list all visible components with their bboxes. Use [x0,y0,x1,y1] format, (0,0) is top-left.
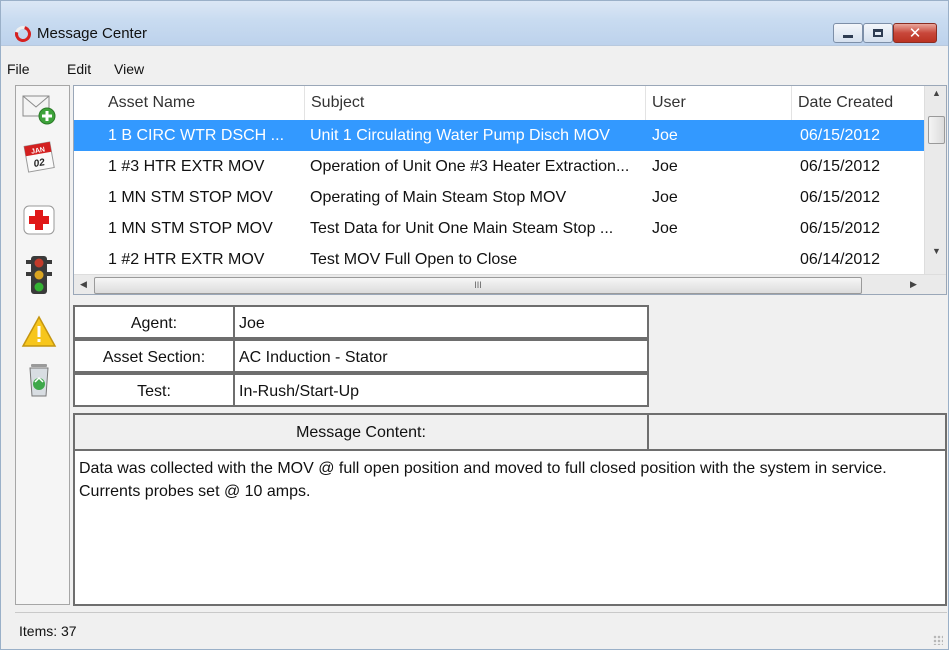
message-content-header: Message Content: [73,413,649,451]
left-toolbar: JAN 02 [15,85,70,605]
horizontal-scrollbar[interactable]: ◀ III ▶ [74,274,946,294]
user-cell: Joe [652,127,678,144]
table-row[interactable]: 1 #3 HTR EXTR MOV Operation of Unit One #… [74,151,924,182]
message-detail-panel: Agent: Joe Asset Section: AC Induction -… [73,301,947,606]
user-cell: Joe [652,189,678,206]
scroll-left-icon[interactable]: ◀ [80,279,87,290]
message-line-1: Data was collected with the MOV @ full o… [79,460,887,477]
subject-cell: Test Data for Unit One Main Steam Stop .… [310,220,614,237]
items-count: Items: 37 [19,623,77,639]
traffic-light-icon[interactable] [21,254,57,294]
subject-cell: Test MOV Full Open to Close [310,251,518,268]
asset-name-cell: 1 #3 HTR EXTR MOV [108,158,265,175]
table-row[interactable]: 1 B CIRC WTR DSCH ... Unit 1 Circulating … [74,120,924,151]
column-subject[interactable]: Subject [305,86,646,120]
asset-section-row: Asset Section: AC Induction - Stator [73,339,649,373]
scroll-right-icon[interactable]: ▶ [910,279,917,290]
close-icon: ✕ [908,23,922,42]
column-user[interactable]: User [646,86,792,120]
message-content-header-spacer [649,413,947,451]
close-button[interactable]: ✕ [893,23,937,43]
asset-section-label: Asset Section: [73,339,235,373]
date-created-cell: 06/14/2012 [800,251,881,268]
test-label: Test: [73,373,235,407]
test-value: In-Rush/Start-Up [235,373,649,407]
calendar-icon[interactable]: JAN 02 [21,138,57,174]
horizontal-scroll-thumb[interactable]: III [94,277,862,294]
agent-label: Agent: [73,305,235,339]
column-asset-name[interactable]: Asset Name [102,86,305,120]
column-date-created[interactable]: Date Created [792,86,924,120]
first-aid-icon[interactable] [21,202,57,238]
table-row[interactable]: 1 MN STM STOP MOV Operating of Main Steam… [74,182,924,213]
date-created-cell: 06/15/2012 [800,158,881,175]
minimize-icon [843,35,853,38]
asset-section-value: AC Induction - Stator [235,339,649,373]
date-created-cell: 06/15/2012 [800,220,881,237]
title-bar[interactable]: Message Center ✕ [1,1,948,46]
menu-view[interactable]: View [114,59,144,79]
asset-name-cell: 1 MN STM STOP MOV [108,220,273,237]
user-cell [652,244,792,275]
menu-bar: File Edit View [1,59,948,83]
recycle-bin-icon[interactable] [21,360,57,397]
message-content-body[interactable]: Data was collected with the MOV @ full o… [73,451,947,606]
user-cell: Joe [652,158,678,175]
minimize-button[interactable] [833,23,863,43]
vertical-scrollbar[interactable]: ▲ ▼ [924,86,946,274]
message-line-2: Currents probes set @ 10 amps. [79,483,311,500]
list-header: Asset Name Subject User Date Created [74,86,924,120]
test-row: Test: In-Rush/Start-Up [73,373,649,407]
vertical-scroll-thumb[interactable] [928,116,945,144]
subject-cell: Unit 1 Circulating Water Pump Disch MOV [310,127,610,144]
window-title: Message Center [37,25,148,42]
maximize-button[interactable] [863,23,893,43]
asset-name-cell: 1 #2 HTR EXTR MOV [108,251,265,268]
asset-name-cell: 1 B CIRC WTR DSCH ... [108,127,285,144]
menu-file[interactable]: File [7,59,30,79]
new-message-icon[interactable] [21,90,57,126]
subject-cell: Operating of Main Steam Stop MOV [310,189,567,206]
resize-grip-icon[interactable] [933,635,943,645]
agent-row: Agent: Joe [73,305,649,339]
app-logo-icon [12,23,34,45]
maximize-icon [873,29,883,37]
menu-edit[interactable]: Edit [67,59,91,79]
user-cell: Joe [652,220,678,237]
date-created-cell: 06/15/2012 [800,189,881,206]
scroll-up-icon[interactable]: ▲ [932,88,941,98]
table-row[interactable]: 1 MN STM STOP MOV Test Data for Unit One … [74,213,924,244]
warning-icon[interactable] [21,314,57,350]
asset-name-cell: 1 MN STM STOP MOV [108,189,273,206]
date-created-cell: 06/15/2012 [800,127,881,144]
status-bar: Items: 37 [15,612,947,649]
agent-value: Joe [235,305,649,339]
message-center-window: Message Center ✕ File Edit View JAN 02 A… [0,0,949,650]
scroll-down-icon[interactable]: ▼ [932,246,941,256]
message-list[interactable]: Asset Name Subject User Date Created 1 B… [73,85,947,295]
subject-cell: Operation of Unit One #3 Heater Extracti… [310,158,630,175]
table-row[interactable]: 1 #2 HTR EXTR MOV Test MOV Full Open to C… [74,244,924,275]
